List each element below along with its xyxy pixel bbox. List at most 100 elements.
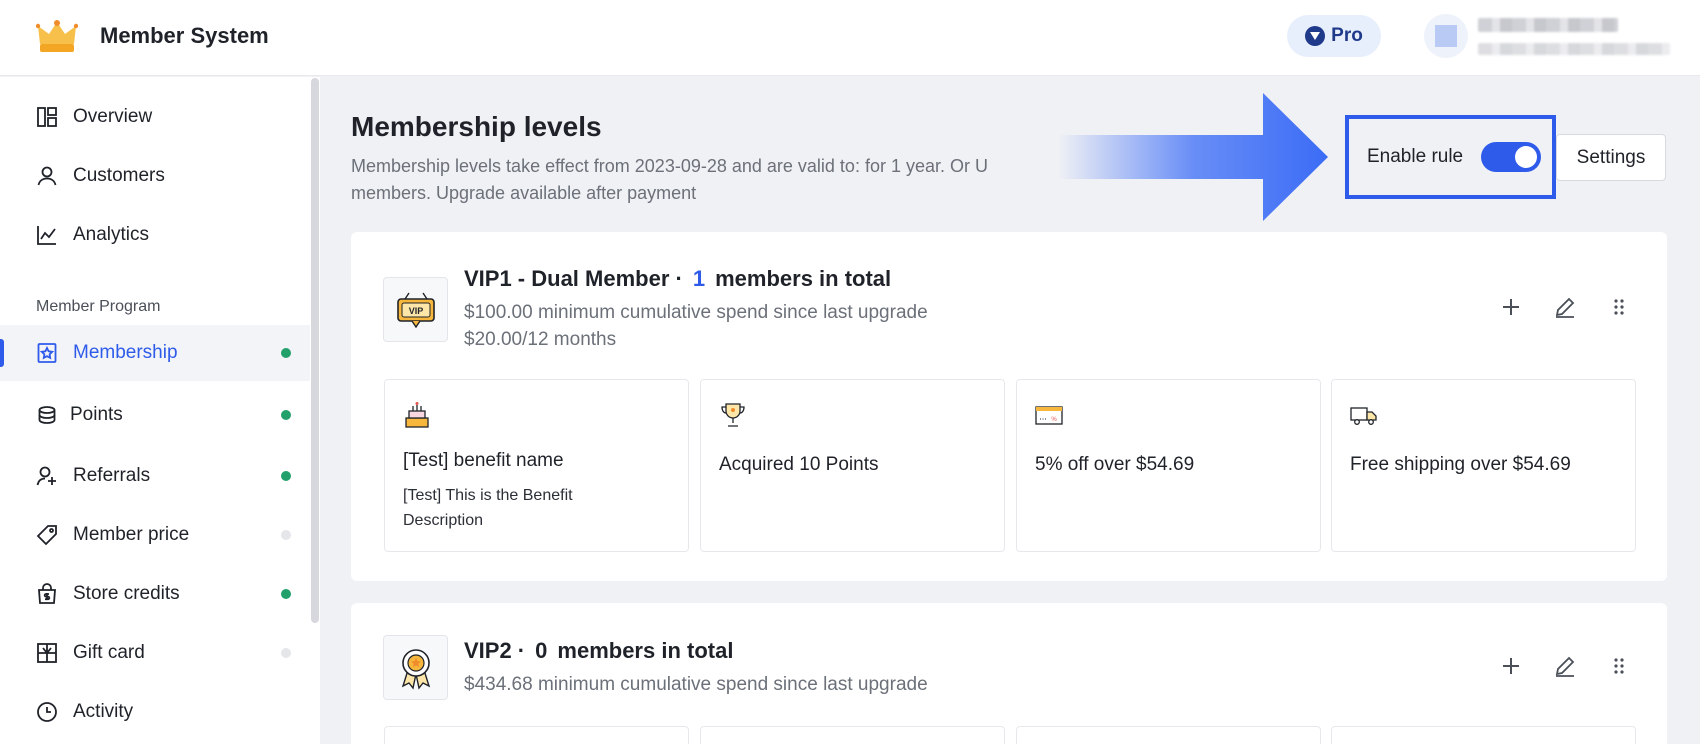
user-icon xyxy=(37,166,57,186)
enable-rule-highlight: Enable rule xyxy=(1345,115,1556,199)
badge-star-icon xyxy=(37,343,57,363)
line-chart-icon xyxy=(37,226,56,245)
sidebar-item-label: Member price xyxy=(73,524,190,545)
user-avatar[interactable] xyxy=(1424,14,1468,58)
cake-icon xyxy=(405,402,429,428)
level-spend-requirement: $100.00 minimum cumulative spend since l… xyxy=(464,302,928,323)
drag-handle[interactable] xyxy=(1607,295,1631,319)
highlight-arrow-icon xyxy=(1058,93,1328,221)
level-actions xyxy=(1499,654,1631,678)
award-rosette-icon xyxy=(401,648,430,690)
tag-icon xyxy=(36,525,57,546)
pro-badge[interactable]: Pro xyxy=(1287,15,1381,57)
benefit-card[interactable]: % 5% off over $54.69 xyxy=(1016,379,1321,552)
svg-text:VIP: VIP xyxy=(408,306,423,316)
sidebar-item-store-credits[interactable]: Store credits xyxy=(0,566,310,622)
sidebar-item-label: Customers xyxy=(73,165,165,186)
benefit-title: 5% off over $54.69 xyxy=(1035,454,1195,475)
pro-diamond-icon xyxy=(1305,26,1326,46)
sidebar-item-gift-card[interactable]: Gift card xyxy=(0,625,310,681)
level-card-vip2: VIP2 · 0 members in total $434.68 minimum … xyxy=(351,603,1667,744)
drag-dots-icon xyxy=(1614,658,1624,674)
benefit-card[interactable] xyxy=(384,726,689,744)
level-card-vip1: VIP VIP1 - Dual Member · 1 members in tota… xyxy=(351,232,1667,581)
level-spend-requirement: $434.68 minimum cumulative spend since l… xyxy=(464,674,928,695)
toggle-knob xyxy=(1515,146,1537,168)
sidebar-item-activity[interactable]: Activity xyxy=(0,684,310,740)
drag-dots-icon xyxy=(1614,299,1624,315)
sidebar-item-points[interactable]: Points xyxy=(0,387,310,443)
sidebar-item-label: Store credits xyxy=(73,583,180,604)
vip-ticket-icon: VIP xyxy=(396,292,435,328)
drag-handle[interactable] xyxy=(1607,654,1631,678)
sidebar-item-label: Points xyxy=(70,404,123,425)
sidebar-item-label: Gift card xyxy=(73,642,145,663)
benefit-title: Acquired 10 Points xyxy=(719,454,879,475)
sidebar-item-label: Referrals xyxy=(73,465,151,486)
gift-card-icon xyxy=(37,643,57,663)
crown-logo-icon xyxy=(36,20,78,52)
level-count-suffix: members in total xyxy=(715,266,892,291)
level-title: VIP2 · 0 members in total xyxy=(464,638,733,664)
status-dot-on xyxy=(281,348,291,358)
page-description-line-1: Membership levels take effect from 2023-… xyxy=(351,156,988,176)
level-icon xyxy=(383,635,448,700)
sidebar-item-referrals[interactable]: Referrals xyxy=(0,448,310,504)
benefit-card[interactable]: Acquired 10 Points xyxy=(700,379,1005,552)
status-dot-off xyxy=(281,648,291,658)
sidebar-item-membership[interactable]: Membership xyxy=(0,325,310,381)
sidebar-item-label: Analytics xyxy=(73,224,150,245)
edit-level-button[interactable] xyxy=(1553,295,1577,319)
pencil-icon xyxy=(1555,656,1575,677)
sidebar-item-label: Activity xyxy=(73,701,134,722)
shopping-bag-dollar-icon xyxy=(38,583,56,604)
clock-icon xyxy=(37,702,57,722)
level-price: $20.00/12 months xyxy=(464,329,617,350)
level-count-suffix: members in total xyxy=(557,638,734,663)
add-benefit-button[interactable] xyxy=(1499,654,1523,678)
redacted-user-name xyxy=(1478,18,1618,32)
level-actions xyxy=(1499,295,1631,319)
level-title: VIP1 - Dual Member · 1 members in total xyxy=(464,266,891,292)
sidebar-item-analytics[interactable]: Analytics xyxy=(0,207,310,263)
app-title: Member System xyxy=(100,23,269,48)
coins-icon xyxy=(38,406,56,424)
benefit-card[interactable] xyxy=(1016,726,1321,744)
edit-level-button[interactable] xyxy=(1553,654,1577,678)
page-description: Membership levels take effect from 2023-… xyxy=(351,153,1071,207)
status-dot-on xyxy=(281,410,291,420)
status-dot-on xyxy=(281,471,291,481)
benefit-card[interactable] xyxy=(700,726,1005,744)
user-plus-icon xyxy=(36,466,56,486)
level-member-count[interactable]: 0 xyxy=(535,638,547,663)
sidebar-item-customers[interactable]: Customers xyxy=(0,148,310,204)
benefit-card[interactable]: Free shipping over $54.69 xyxy=(1331,379,1636,552)
redacted-user-email xyxy=(1478,43,1670,55)
benefit-title: [Test] benefit name xyxy=(403,450,564,471)
add-benefit-button[interactable] xyxy=(1499,295,1523,319)
top-header: Member System Pro xyxy=(0,0,1700,76)
benefit-card[interactable]: [Test] benefit name [Test] This is the B… xyxy=(384,379,689,552)
level-name: VIP2 · xyxy=(464,638,526,663)
sidebar-item-member-price[interactable]: Member price xyxy=(0,507,310,563)
level-icon: VIP xyxy=(383,277,448,342)
plus-icon xyxy=(1503,658,1519,674)
settings-button[interactable]: Settings xyxy=(1556,134,1666,181)
benefit-card[interactable] xyxy=(1331,726,1636,744)
enable-rule-toggle[interactable] xyxy=(1481,142,1541,172)
sidebar-item-label: Overview xyxy=(73,106,153,127)
status-dot-off xyxy=(281,530,291,540)
truck-icon xyxy=(1350,407,1377,425)
level-member-count[interactable]: 1 xyxy=(693,266,705,291)
sidebar-item-overview[interactable]: Overview xyxy=(0,89,310,145)
discount-card-icon: % xyxy=(1035,406,1063,425)
benefit-title: Free shipping over $54.69 xyxy=(1350,454,1571,475)
pro-label: Pro xyxy=(1331,25,1363,46)
svg-text:%: % xyxy=(1051,417,1057,423)
sidebar-scrollbar[interactable] xyxy=(311,78,319,623)
section-label-member-program: Member Program xyxy=(36,298,161,315)
trophy-icon xyxy=(721,403,745,427)
level-name: VIP1 - Dual Member · xyxy=(464,266,683,291)
page-description-line-2: members. Upgrade available after payment xyxy=(351,183,697,203)
overview-icon xyxy=(37,107,57,127)
